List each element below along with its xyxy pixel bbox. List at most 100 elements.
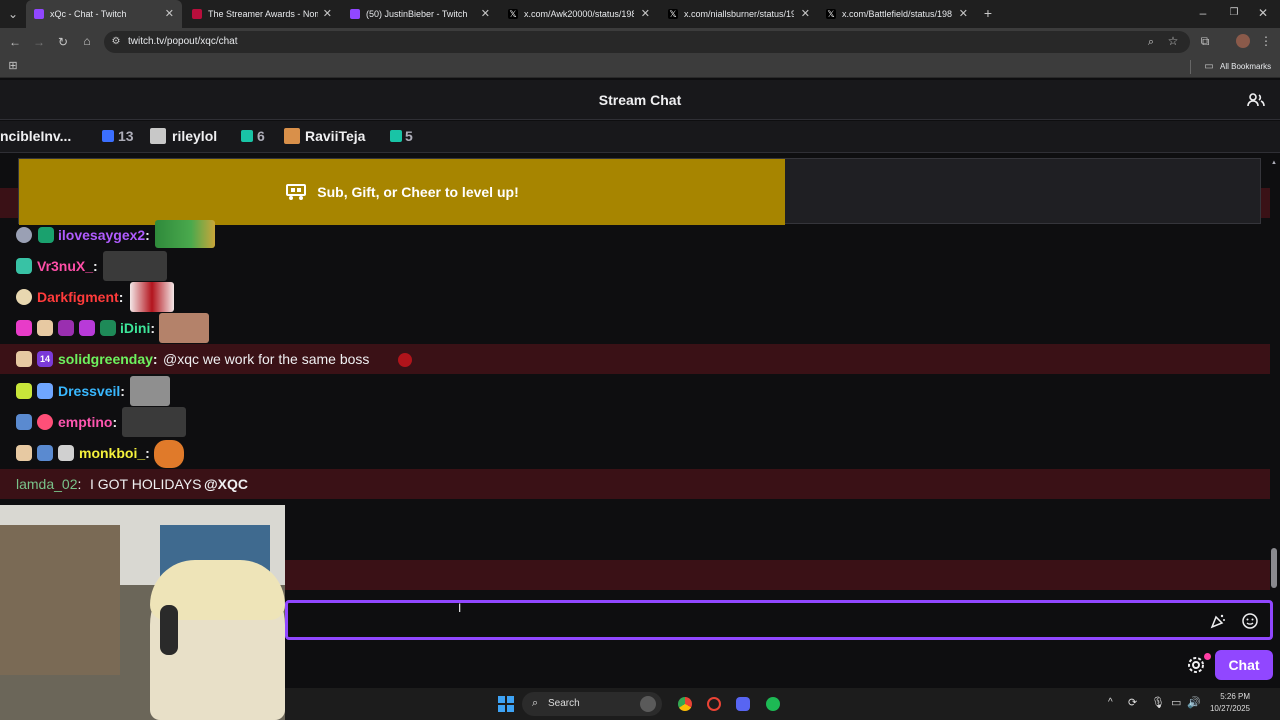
emote-image bbox=[130, 282, 174, 312]
tab-search-chevron-icon[interactable]: ⌄ bbox=[6, 7, 20, 21]
chat-settings-gear-icon[interactable] bbox=[1187, 656, 1205, 674]
chat-header: Stream Chat bbox=[0, 80, 1280, 120]
heart-badge-icon bbox=[16, 320, 32, 336]
tray-chevron-icon[interactable]: ^ bbox=[1108, 697, 1113, 708]
message-text: I GOT HOLIDAYS bbox=[90, 476, 202, 492]
tab-x-awk[interactable]: 𝕏 x.com/Awk20000/status/19827 ✕ bbox=[500, 0, 658, 28]
scroll-up-icon[interactable]: ▲ bbox=[1271, 160, 1277, 166]
tab-title: xQc - Chat - Twitch bbox=[50, 9, 127, 19]
gift-icon bbox=[241, 130, 253, 142]
search-highlight-icon bbox=[640, 696, 656, 712]
spotify-taskbar-icon[interactable] bbox=[766, 697, 780, 711]
clock-time[interactable]: 5:26 PM bbox=[1210, 692, 1250, 701]
chat-scrollbar[interactable]: ▲ bbox=[1270, 160, 1278, 590]
volume-icon[interactable]: 🔊 bbox=[1187, 696, 1201, 709]
sub-badge-icon bbox=[16, 445, 32, 461]
community-users-icon[interactable] bbox=[1247, 92, 1265, 108]
close-tab-icon[interactable]: ✕ bbox=[959, 7, 968, 20]
chrome-taskbar-icon[interactable] bbox=[678, 697, 692, 711]
folder-icon: ▭ bbox=[1204, 61, 1214, 72]
username-text[interactable]: emptino bbox=[58, 414, 112, 430]
username-text[interactable]: monkboi_ bbox=[79, 445, 145, 461]
chat-username[interactable]: solidgreenday: bbox=[58, 351, 158, 367]
chat-username[interactable]: monkboi_: bbox=[79, 445, 150, 461]
webcam-overlay bbox=[0, 505, 285, 720]
search-placeholder: Search bbox=[548, 698, 580, 709]
more-menu-icon[interactable]: ⋮ bbox=[1260, 34, 1272, 48]
chat-username[interactable]: emptino: bbox=[58, 414, 117, 430]
bookmark-star-icon[interactable]: ☆ bbox=[1166, 34, 1180, 48]
tab-justinbieber[interactable]: (50) JustinBieber - Twitch ✕ bbox=[342, 0, 498, 28]
maximize-icon[interactable]: ❐ bbox=[1227, 6, 1241, 20]
chat-message-row: monkboi_: bbox=[0, 438, 1270, 468]
notification-dot bbox=[1204, 653, 1211, 660]
chat-username[interactable]: iDini: bbox=[120, 320, 155, 336]
close-window-icon[interactable]: ✕ bbox=[1256, 6, 1270, 20]
taskbar-search[interactable]: ⌕ Search bbox=[522, 692, 662, 716]
close-tab-icon[interactable]: ✕ bbox=[165, 7, 174, 20]
reload-icon[interactable]: ↻ bbox=[56, 35, 70, 49]
tab-x-niallsburner[interactable]: 𝕏 x.com/niallsburner/status/1982 ✕ bbox=[660, 0, 818, 28]
close-tab-icon[interactable]: ✕ bbox=[481, 7, 490, 20]
leaderboard-count: 6 bbox=[257, 128, 265, 144]
username-text[interactable]: Vr3nuX_ bbox=[37, 258, 93, 274]
all-bookmarks-link[interactable]: All Bookmarks bbox=[1220, 62, 1271, 71]
tab-xqc-chat[interactable]: xQc - Chat - Twitch ✕ bbox=[26, 0, 182, 28]
windows-start-icon[interactable] bbox=[498, 696, 514, 712]
leaderboard-name[interactable]: RaviiTeja bbox=[305, 128, 365, 144]
tab-streamer-awards[interactable]: The Streamer Awards - Nomina ✕ bbox=[184, 0, 340, 28]
heart-badge-icon bbox=[37, 414, 53, 430]
username-text[interactable]: solidgreenday bbox=[58, 351, 153, 367]
site-info-icon[interactable]: ⚙ bbox=[110, 35, 122, 49]
close-tab-icon[interactable]: ✕ bbox=[801, 7, 810, 20]
close-tab-icon[interactable]: ✕ bbox=[641, 7, 650, 20]
chat-username[interactable]: Darkfigment: bbox=[37, 289, 123, 305]
divider bbox=[1190, 60, 1191, 74]
back-arrow-icon[interactable]: ← bbox=[8, 35, 22, 49]
username-text[interactable]: lamda_02 bbox=[16, 476, 78, 492]
sync-icon[interactable]: ⟳ bbox=[1128, 696, 1137, 709]
app-taskbar-icon[interactable] bbox=[707, 697, 721, 711]
chat-username[interactable]: Vr3nuX_: bbox=[37, 258, 98, 274]
new-tab-button[interactable]: + bbox=[980, 6, 996, 20]
level-up-bar[interactable]: Sub, Gift, or Cheer to level up! bbox=[19, 159, 785, 225]
mention-text[interactable]: @XQC bbox=[204, 476, 248, 492]
zoom-icon[interactable]: ⌕ bbox=[1144, 35, 1158, 49]
party-popper-icon[interactable] bbox=[1210, 613, 1226, 629]
username-text[interactable]: Dressveil bbox=[58, 383, 120, 399]
chat-send-button[interactable]: Chat bbox=[1215, 650, 1273, 680]
chat-username[interactable]: Dressveil: bbox=[58, 383, 125, 399]
close-tab-icon[interactable]: ✕ bbox=[323, 7, 332, 20]
address-bar[interactable]: ⚙ twitch.tv/popout/xqc/chat ⌕ ☆ bbox=[104, 31, 1190, 53]
username-text[interactable]: ilovesaygex2 bbox=[58, 227, 145, 243]
forward-arrow-icon[interactable]: → bbox=[32, 35, 46, 49]
shield-badge-icon bbox=[16, 414, 32, 430]
home-icon[interactable]: ⌂ bbox=[80, 34, 94, 48]
extensions-icon[interactable]: ⧉ bbox=[1198, 34, 1212, 48]
hype-train-banner[interactable]: Sub, Gift, or Cheer to level up! bbox=[18, 158, 1261, 225]
tab-x-battlefield[interactable]: 𝕏 x.com/Battlefield/status/19828 ✕ bbox=[818, 0, 976, 28]
username-text[interactable]: iDini bbox=[120, 320, 150, 336]
gem-badge-icon bbox=[79, 320, 95, 336]
chat-username[interactable]: ilovesaygex2: bbox=[58, 227, 150, 243]
scrollbar-thumb[interactable] bbox=[1271, 548, 1277, 588]
emote-image bbox=[122, 407, 186, 437]
leaderboard-count: 13 bbox=[118, 128, 134, 144]
minimize-icon[interactable]: – bbox=[1196, 6, 1210, 20]
clock-date[interactable]: 10/27/2025 bbox=[1202, 704, 1250, 713]
shield-badge-icon bbox=[37, 445, 53, 461]
discord-taskbar-icon[interactable] bbox=[736, 697, 750, 711]
chat-input[interactable]: I bbox=[285, 600, 1273, 640]
leaderboard-name[interactable]: ncibleInv... bbox=[0, 128, 71, 144]
tab-title: The Streamer Awards - Nomina bbox=[208, 9, 318, 19]
apps-grid-icon[interactable]: ⊞ bbox=[6, 59, 20, 73]
x-favicon-icon: 𝕏 bbox=[826, 9, 836, 19]
emote-picker-icon[interactable] bbox=[1242, 613, 1258, 629]
profile-avatar[interactable] bbox=[1236, 34, 1250, 48]
network-icon[interactable]: ▭ bbox=[1171, 696, 1181, 709]
leaderboard-name[interactable]: rileylol bbox=[172, 128, 217, 144]
username-text[interactable]: Darkfigment bbox=[37, 289, 119, 305]
microphone-icon[interactable]: 🎙 bbox=[1151, 696, 1165, 709]
chat-username[interactable]: lamda_02: bbox=[16, 476, 81, 492]
awards-favicon-icon bbox=[192, 9, 202, 19]
